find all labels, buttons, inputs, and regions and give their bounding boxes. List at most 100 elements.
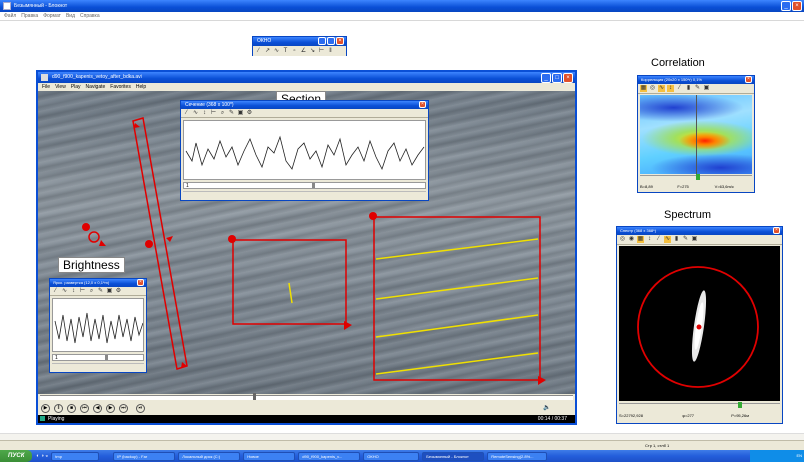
- correlation-target-icon[interactable]: ◎: [649, 85, 656, 92]
- task-notepad[interactable]: Безымянный - Блокнот: [422, 451, 485, 461]
- brightness-title-bar[interactable]: Ярко. развертка (12,0 x 0,1*m) ×: [50, 279, 146, 287]
- correlation-save-icon[interactable]: ▣: [703, 85, 710, 92]
- spectrum-title-bar[interactable]: Спектр (368 x 368*) ×: [617, 227, 782, 235]
- brightness-footer: [52, 363, 144, 371]
- taskbar: ПУСК ◐ ◑ ◒ tmp IP (backup) - Far Локальн…: [0, 450, 804, 462]
- notepad-status-bar: Стр 1, стлб 1: [0, 440, 804, 450]
- brightness-slider-thumb[interactable]: [105, 355, 108, 360]
- brightness-slider-value: 1: [55, 355, 58, 361]
- correlation-title: Корреляция (20x20 x 150*r) 0,1%: [641, 77, 702, 82]
- spectrum-diag-icon[interactable]: ⁄: [655, 236, 662, 243]
- brightness-title: Ярко. развертка (12,0 x 0,1*m): [53, 280, 110, 285]
- brightness-zoom-icon[interactable]: ⌕: [88, 288, 95, 295]
- section-slider-thumb[interactable]: [312, 183, 315, 188]
- start-button[interactable]: ПУСК: [0, 450, 33, 462]
- spectrum-bar-icon[interactable]: ▮: [673, 236, 680, 243]
- brightness-signal: [54, 312, 143, 344]
- task-local-disk[interactable]: Локальный диск (C:): [178, 451, 241, 461]
- section-title-bar[interactable]: Сечение (368 x 100*) ×: [181, 101, 428, 109]
- correlation-label: Correlation: [651, 57, 705, 69]
- brightness-plot: [52, 298, 144, 352]
- spectrum-circle-icon[interactable]: ◉: [628, 236, 635, 243]
- task-remote-sensing[interactable]: RemoteSensing(2.8%...: [487, 451, 548, 461]
- task-far[interactable]: IP (backup) - Far: [113, 451, 176, 461]
- brightness-up-icon[interactable]: ↕: [70, 288, 77, 295]
- quicklaunch-icons: ◐ ◑ ◒: [36, 453, 49, 459]
- correlation-v-value: V=63,6m/c: [714, 184, 734, 189]
- spectrum-center-marker: [696, 324, 702, 330]
- spectrum-label: Spectrum: [664, 209, 712, 221]
- brightness-wave-icon[interactable]: ∿: [61, 288, 68, 295]
- spectrum-slider[interactable]: [619, 402, 780, 409]
- correlation-center-line: [696, 95, 697, 174]
- brightness-ruler-icon[interactable]: ⊢: [79, 288, 86, 295]
- correlation-f-value: F=275: [677, 184, 689, 189]
- spectrum-window: Спектр (368 x 368*) × ◎ ◉ ▦ ↕ ⁄ ∿ ▮ ✎ ▣ …: [616, 226, 783, 424]
- spectrum-grid-icon[interactable]: ▦: [637, 236, 644, 243]
- correlation-b-value: B=8,89: [640, 184, 653, 189]
- correlation-grid-icon[interactable]: ▦: [640, 85, 647, 92]
- brightness-line-icon[interactable]: ⁄: [52, 288, 59, 295]
- correlation-close-button[interactable]: ×: [745, 76, 752, 83]
- spectrum-p-value: P=95,26м: [731, 413, 749, 418]
- spectrum-plot: [619, 246, 780, 401]
- section-slider[interactable]: 1: [183, 182, 426, 189]
- brightness-close-button[interactable]: ×: [137, 279, 144, 286]
- task-new[interactable]: Новое: [243, 451, 296, 461]
- spectrum-region[interactable]: [369, 212, 546, 385]
- spectrum-vert-icon[interactable]: ↕: [646, 236, 653, 243]
- spectrum-title: Спектр (368 x 368*): [620, 228, 657, 233]
- spectrum-wave-icon[interactable]: ∿: [664, 236, 671, 243]
- spectrum-phi-value: φ=277: [682, 413, 695, 418]
- brightness-label: Brightness: [58, 257, 125, 273]
- spectrum-s-value: S=22792,928: [619, 413, 643, 418]
- correlation-map: [640, 95, 752, 174]
- section-ruler-icon[interactable]: ⊢: [210, 110, 217, 117]
- brightness-slider[interactable]: 1: [52, 354, 144, 361]
- brightness-toolbar: ⁄ ∿ ↕ ⊢ ⌕ ✎ ▣ ⚙: [50, 287, 146, 296]
- brightness-window: Ярко. развертка (12,0 x 0,1*m) × ⁄ ∿ ↕ ⊢…: [49, 278, 147, 373]
- point-marker[interactable]: [82, 223, 106, 246]
- spectrum-pen-icon[interactable]: ✎: [682, 236, 689, 243]
- correlation-readout: B=8,89 F=275 V=63,6m/c: [640, 182, 752, 191]
- brightness-settings-icon[interactable]: ⚙: [115, 288, 122, 295]
- section-pen-icon[interactable]: ✎: [228, 110, 235, 117]
- correlation-slider-thumb[interactable]: [696, 174, 700, 180]
- section-plot: [183, 120, 426, 180]
- correlation-region[interactable]: [228, 235, 352, 330]
- spectrum-target-icon[interactable]: ◎: [619, 236, 626, 243]
- task-tmp[interactable]: tmp: [51, 451, 100, 461]
- spectrum-toolbar: ◎ ◉ ▦ ↕ ⁄ ∿ ▮ ✎ ▣: [617, 235, 782, 245]
- task-video[interactable]: d90_f900_kapenis_v...: [298, 451, 361, 461]
- brightness-pen-icon[interactable]: ✎: [97, 288, 104, 295]
- section-save-icon[interactable]: ▣: [237, 110, 244, 117]
- correlation-vert-icon[interactable]: ↕: [667, 85, 674, 92]
- cursor-position: Стр 1, стлб 1: [645, 443, 670, 448]
- task-okno[interactable]: ОКНО: [363, 451, 420, 461]
- section-zoom-icon[interactable]: ⌕: [219, 110, 226, 117]
- language-indicator[interactable]: EN: [796, 453, 802, 458]
- section-title: Сечение (368 x 100*): [185, 102, 234, 108]
- section-toolbar: ⁄ ∿ ↕ ⊢ ⌕ ✎ ▣ ⚙: [181, 109, 428, 118]
- section-settings-icon[interactable]: ⚙: [246, 110, 253, 117]
- spectrum-slider-thumb[interactable]: [738, 402, 742, 408]
- correlation-bar-icon[interactable]: ▮: [685, 85, 692, 92]
- line-endpoint-marker[interactable]: [145, 236, 173, 248]
- spectrum-close-button[interactable]: ×: [773, 227, 780, 234]
- section-window: Сечение (368 x 100*) × ⁄ ∿ ↕ ⊢ ⌕ ✎ ▣ ⚙ 1: [180, 100, 429, 201]
- section-close-button[interactable]: ×: [419, 101, 426, 108]
- correlation-slider[interactable]: [640, 174, 752, 181]
- section-signal: [185, 135, 425, 171]
- spectrum-readout: S=22792,928 φ=277 P=95,26м: [619, 411, 780, 421]
- brightness-save-icon[interactable]: ▣: [106, 288, 113, 295]
- section-wave-icon[interactable]: ∿: [192, 110, 199, 117]
- section-line-icon[interactable]: ⁄: [183, 110, 190, 117]
- correlation-diag-icon[interactable]: ⁄: [676, 85, 683, 92]
- correlation-pen-icon[interactable]: ✎: [694, 85, 701, 92]
- spectrum-save-icon[interactable]: ▣: [691, 236, 698, 243]
- section-up-icon[interactable]: ↕: [201, 110, 208, 117]
- correlation-title-bar[interactable]: Корреляция (20x20 x 150*r) 0,1% ×: [638, 76, 754, 84]
- correlation-window: Корреляция (20x20 x 150*r) 0,1% × ▦ ◎ ∿ …: [637, 75, 755, 193]
- notepad-scrollbar[interactable]: [0, 433, 804, 440]
- correlation-wave-icon[interactable]: ∿: [658, 85, 665, 92]
